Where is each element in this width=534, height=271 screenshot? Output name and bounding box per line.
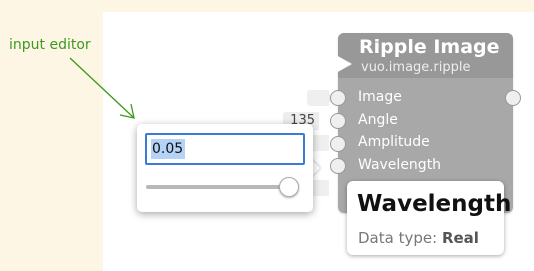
output-port-image[interactable] bbox=[505, 90, 521, 106]
value-slider-track[interactable] bbox=[146, 185, 296, 189]
refresh-port-icon[interactable] bbox=[336, 55, 352, 73]
node-title: Ripple Image bbox=[359, 36, 500, 58]
input-port-angle[interactable] bbox=[330, 113, 346, 129]
port-label-angle: Angle bbox=[358, 112, 398, 128]
input-port-image[interactable] bbox=[330, 90, 346, 106]
input-port-wavelength[interactable] bbox=[330, 158, 346, 174]
port-label-image: Image bbox=[358, 89, 402, 105]
tooltip-type-value: Real bbox=[441, 229, 479, 247]
node-header[interactable]: Ripple Image vuo.image.ripple bbox=[336, 33, 513, 78]
port-label-amplitude: Amplitude bbox=[358, 134, 430, 150]
image-port-drawer[interactable] bbox=[307, 90, 329, 106]
tooltip-data-type: Data type: Real bbox=[358, 229, 479, 247]
port-label-wavelength: Wavelength bbox=[358, 157, 442, 173]
wavelength-value-input[interactable] bbox=[145, 133, 305, 165]
input-editor-popover bbox=[137, 124, 313, 212]
node-class-name: vuo.image.ripple bbox=[361, 60, 471, 75]
value-slider-thumb[interactable] bbox=[278, 177, 299, 197]
tooltip-type-label: Data type: bbox=[358, 229, 438, 247]
port-tooltip: Wavelength Data type: Real bbox=[347, 181, 511, 255]
tooltip-title: Wavelength bbox=[357, 191, 512, 217]
input-port-amplitude[interactable] bbox=[330, 136, 346, 152]
